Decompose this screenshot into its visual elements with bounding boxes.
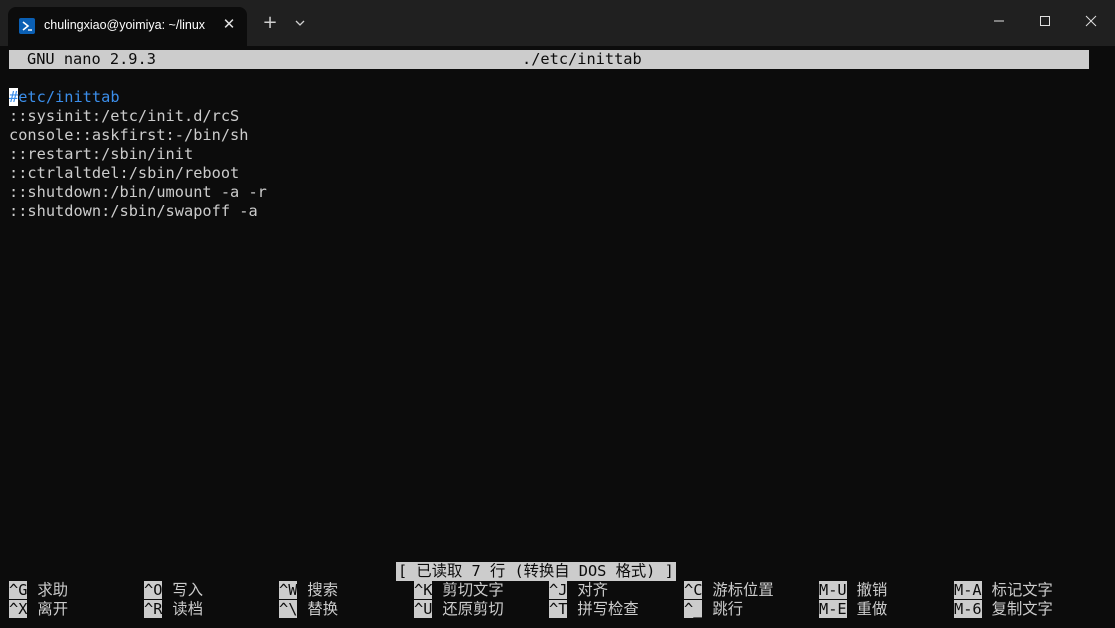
shortcut-cursor-position[interactable]: ^C 游标位置 — [684, 581, 774, 600]
file-line[interactable]: ::sysinit:/etc/init.d/rcS — [9, 107, 239, 126]
terminal-content[interactable]: GNU nano 2.9.3 ./etc/inittab #etc/initta… — [0, 46, 1115, 628]
file-line[interactable]: ::ctrlaltdel:/sbin/reboot — [9, 164, 239, 183]
terminal-tab[interactable]: chulingxiao@yoimiya: ~/linux ✕ — [8, 7, 247, 46]
file-line[interactable]: ::shutdown:/bin/umount -a -r — [9, 183, 267, 202]
shortcut-spell-check[interactable]: ^T 拼写检查 — [549, 600, 639, 619]
shortcut-cut-text[interactable]: ^K 剪切文字 — [414, 581, 504, 600]
nano-version: GNU nano 2.9.3 — [27, 50, 156, 68]
file-line[interactable]: ::shutdown:/sbin/swapoff -a — [9, 202, 258, 221]
file-line[interactable]: console::askfirst:-/bin/sh — [9, 126, 248, 145]
shortcut-mark-text[interactable]: M-A 标记文字 — [954, 581, 1053, 600]
file-line[interactable]: #etc/inittab — [9, 88, 120, 107]
shortcut-read-file[interactable]: ^R 读档 — [144, 600, 203, 619]
text-cursor: # — [9, 88, 19, 106]
shortcut-undo[interactable]: M-U 撤销 — [819, 581, 887, 600]
status-message: [ 已读取 7 行 (转换自 DOS 格式) ] — [396, 562, 676, 581]
new-tab-plus-icon[interactable]: + — [259, 12, 281, 34]
tab-title: chulingxiao@yoimiya: ~/linux — [44, 18, 206, 32]
shortcut-justify[interactable]: ^J 对齐 — [549, 581, 608, 600]
shortcut-search[interactable]: ^W 搜索 — [279, 581, 338, 600]
shortcut-uncut[interactable]: ^U 还原剪切 — [414, 600, 504, 619]
shortcut-copy-text[interactable]: M-6 复制文字 — [954, 600, 1053, 619]
shortcut-go-to-line[interactable]: ^_ 跳行 — [684, 600, 743, 619]
shortcut-redo[interactable]: M-E 重做 — [819, 600, 887, 619]
window-close-icon[interactable] — [1076, 8, 1106, 34]
shortcut-write-out[interactable]: ^O 写入 — [144, 581, 203, 600]
maximize-icon[interactable] — [1030, 8, 1060, 34]
shortcut-exit[interactable]: ^X 离开 — [9, 600, 68, 619]
tab-close-icon[interactable]: ✕ — [220, 15, 238, 33]
minimize-icon[interactable] — [984, 8, 1014, 34]
chevron-down-icon[interactable] — [290, 12, 310, 34]
shortcut-replace[interactable]: ^\ 替换 — [279, 600, 338, 619]
title-bar: chulingxiao@yoimiya: ~/linux ✕ + — [0, 0, 1115, 46]
file-line[interactable]: ::restart:/sbin/init — [9, 145, 193, 164]
powershell-icon — [19, 18, 35, 34]
nano-filename: ./etc/inittab — [522, 50, 642, 68]
shortcut-help[interactable]: ^G 求助 — [9, 581, 68, 600]
nano-title-bar: GNU nano 2.9.3 ./etc/inittab — [9, 50, 1089, 69]
terminal-window: chulingxiao@yoimiya: ~/linux ✕ + GNU nan… — [0, 0, 1115, 628]
